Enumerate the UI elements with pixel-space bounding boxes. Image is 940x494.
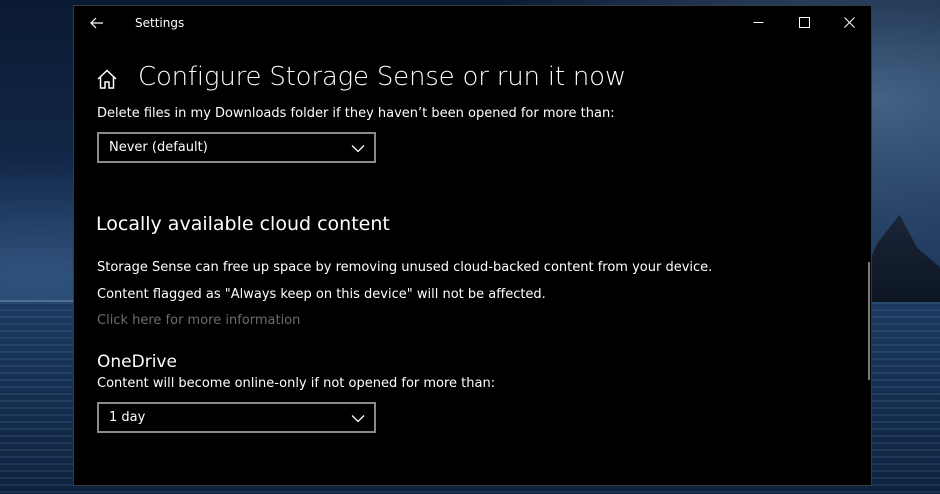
onedrive-label: Content will become online-only if not o…: [97, 376, 496, 391]
downloads-label: Delete files in my Downloads folder if t…: [97, 106, 615, 121]
cloud-description-1: Storage Sense can free up space by remov…: [97, 260, 713, 275]
title-bar: Settings: [74, 6, 871, 40]
close-button[interactable]: [826, 6, 872, 38]
maximize-icon: [798, 16, 810, 28]
back-button[interactable]: [86, 12, 108, 34]
cloud-description-2: Content flagged as "Always keep on this …: [97, 287, 546, 302]
cloud-content-heading: Locally available cloud content: [96, 213, 390, 235]
page-title: Configure Storage Sense or run it now: [138, 62, 626, 92]
onedrive-dropdown-value: 1 day: [109, 410, 146, 425]
minimize-icon: [753, 21, 763, 23]
chevron-down-icon: [351, 415, 365, 423]
home-icon[interactable]: [96, 68, 118, 90]
more-info-link[interactable]: Click here for more information: [97, 313, 300, 328]
minimize-button[interactable]: [735, 6, 781, 38]
chevron-down-icon: [351, 145, 365, 153]
close-icon: [843, 16, 855, 28]
onedrive-heading: OneDrive: [97, 352, 177, 372]
settings-window: Settings Configure Storage Sense or run …: [73, 5, 872, 486]
onedrive-dropdown[interactable]: 1 day: [97, 402, 376, 433]
downloads-dropdown[interactable]: Never (default): [97, 132, 376, 163]
maximize-button[interactable]: [781, 6, 827, 38]
back-arrow-icon: [90, 17, 103, 29]
scrollbar[interactable]: [868, 262, 870, 380]
downloads-dropdown-value: Never (default): [109, 140, 208, 155]
window-title: Settings: [135, 16, 185, 30]
